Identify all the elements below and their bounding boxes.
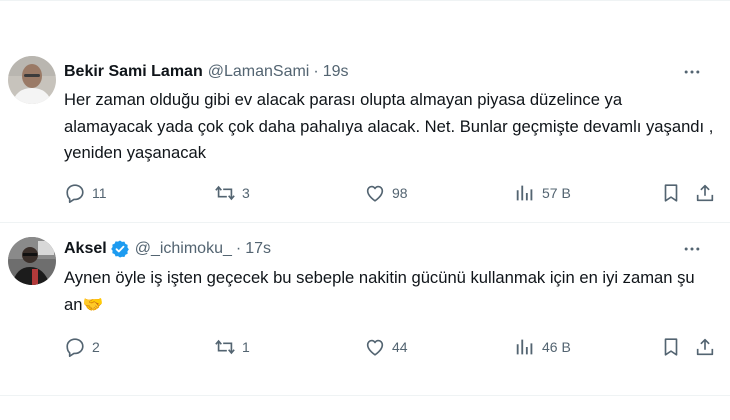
bottom-divider	[0, 395, 730, 396]
author-handle[interactable]: @_ichimoku_	[135, 240, 232, 258]
action-bar: 11 3 98 57 B	[60, 181, 722, 205]
separator-dot: ·	[235, 240, 242, 257]
share-button[interactable]	[694, 335, 716, 359]
tweet-text: Her zaman olduğu gibi ev alacak parası o…	[64, 90, 714, 162]
tweet-header: Bekir Sami Laman @LamanSami · 19s	[64, 60, 714, 84]
bookmark-button[interactable]	[660, 181, 682, 205]
action-bar: 2 1 44 46 B	[60, 335, 722, 359]
timeline: Bekir Sami Laman @LamanSami · 19s Her za…	[0, 0, 730, 420]
like-count: 44	[392, 339, 408, 355]
reply-button[interactable]: 11	[64, 181, 107, 205]
author-name[interactable]: Aksel	[64, 240, 107, 258]
tweet-header: Aksel @_ichimoku_ · 17s	[64, 237, 714, 261]
views-count: 46 B	[542, 339, 571, 355]
bookmark-icon	[660, 182, 682, 204]
like-icon	[364, 182, 386, 204]
reply-count: 11	[92, 185, 107, 201]
like-count: 98	[392, 185, 408, 201]
repost-button[interactable]: 3	[214, 181, 250, 205]
timestamp[interactable]: 19s	[323, 63, 349, 81]
reply-button[interactable]: 2	[64, 335, 100, 359]
share-button[interactable]	[694, 181, 716, 205]
like-icon	[364, 336, 386, 358]
tweet-text: Aynen öyle iş işten geçecek bu sebeple n…	[64, 268, 695, 314]
repost-icon	[214, 182, 236, 204]
bookmark-icon	[660, 336, 682, 358]
author-handle[interactable]: @LamanSami	[208, 63, 310, 81]
like-button[interactable]: 98	[364, 181, 408, 205]
reply-count: 2	[92, 339, 100, 355]
repost-icon	[214, 336, 236, 358]
repost-count: 1	[242, 339, 250, 355]
views-button[interactable]: 46 B	[514, 335, 571, 359]
views-icon	[514, 182, 536, 204]
separator-dot: ·	[313, 63, 319, 80]
tweet-2[interactable]: Aksel @_ichimoku_ · 17s Aynen öyle iş iş…	[0, 223, 730, 420]
reply-icon	[64, 182, 86, 204]
repost-button[interactable]: 1	[214, 335, 250, 359]
views-count: 57 B	[542, 185, 571, 201]
views-icon	[514, 336, 536, 358]
verified-icon	[110, 239, 130, 259]
tweet-1[interactable]: Bekir Sami Laman @LamanSami · 19s Her za…	[0, 0, 730, 222]
timestamp[interactable]: 17s	[245, 240, 271, 258]
author-name[interactable]: Bekir Sami Laman	[64, 63, 203, 81]
views-button[interactable]: 57 B	[514, 181, 571, 205]
share-icon	[694, 182, 716, 204]
like-button[interactable]: 44	[364, 335, 408, 359]
reply-icon	[64, 336, 86, 358]
bookmark-button[interactable]	[660, 335, 682, 359]
more-icon[interactable]	[680, 60, 704, 84]
avatar[interactable]	[8, 56, 56, 104]
repost-count: 3	[242, 185, 250, 201]
avatar[interactable]	[8, 237, 56, 285]
more-icon[interactable]	[680, 237, 704, 261]
share-icon	[694, 336, 716, 358]
